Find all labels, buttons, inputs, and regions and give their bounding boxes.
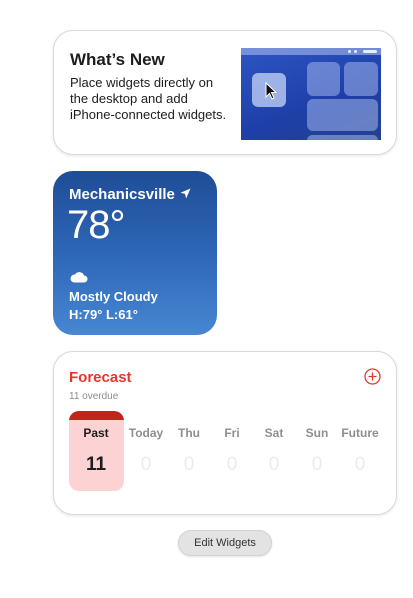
preview-widget — [307, 99, 378, 131]
forecast-count-past: 11 — [85, 454, 107, 475]
preview-menu-bar — [241, 48, 381, 55]
forecast-count-today: 0 — [140, 454, 152, 475]
forecast-day-sat: Sat — [264, 426, 284, 440]
past-column-highlight — [69, 411, 124, 491]
forecast-count-thu: 0 — [183, 454, 195, 475]
cloud-icon — [70, 272, 88, 283]
preview-widget — [307, 135, 378, 140]
preview-widget — [344, 62, 378, 96]
forecast-count-sat: 0 — [268, 454, 280, 475]
forecast-day-future: Future — [341, 426, 379, 440]
forecast-count-sun: 0 — [311, 454, 323, 475]
desktop-preview-image — [241, 48, 381, 140]
widgets-panel: What’s New Place widgets directly on the… — [0, 0, 413, 598]
whats-new-widget[interactable]: What’s New Place widgets directly on the… — [53, 30, 397, 155]
forecast-widget[interactable]: Forecast 11 overdue Past Today Thu Fri S… — [53, 351, 397, 515]
plus-circle-icon[interactable] — [364, 368, 381, 385]
forecast-day-past: Past — [83, 426, 109, 440]
forecast-day-today: Today — [128, 426, 164, 440]
past-column-bar — [69, 411, 124, 420]
forecast-title: Forecast — [69, 369, 132, 386]
forecast-day-sun: Sun — [305, 426, 329, 440]
weather-widget[interactable]: Mechanicsville 78° Mostly Cloudy H:79° L… — [53, 171, 217, 335]
forecast-count-fri: 0 — [226, 454, 238, 475]
whats-new-title: What’s New — [70, 50, 165, 69]
overdue-count: 11 overdue — [69, 391, 119, 402]
forecast-count-future: 0 — [354, 454, 366, 475]
weather-temperature: 78° — [67, 203, 125, 247]
location-arrow-icon — [180, 188, 191, 199]
weather-high-low: H:79° L:61° — [69, 307, 138, 322]
weather-condition: Mostly Cloudy — [69, 289, 158, 304]
edit-widgets-button[interactable]: Edit Widgets — [178, 530, 272, 556]
weather-city: Mechanicsville — [69, 186, 175, 203]
forecast-day-fri: Fri — [224, 426, 240, 440]
preview-line — [363, 50, 377, 53]
preview-widget — [307, 62, 340, 96]
whats-new-description: Place widgets directly on the desktop an… — [70, 75, 227, 122]
cursor-icon — [265, 82, 277, 100]
preview-dot — [348, 50, 351, 53]
preview-dot — [354, 50, 357, 53]
forecast-day-thu: Thu — [178, 426, 200, 440]
